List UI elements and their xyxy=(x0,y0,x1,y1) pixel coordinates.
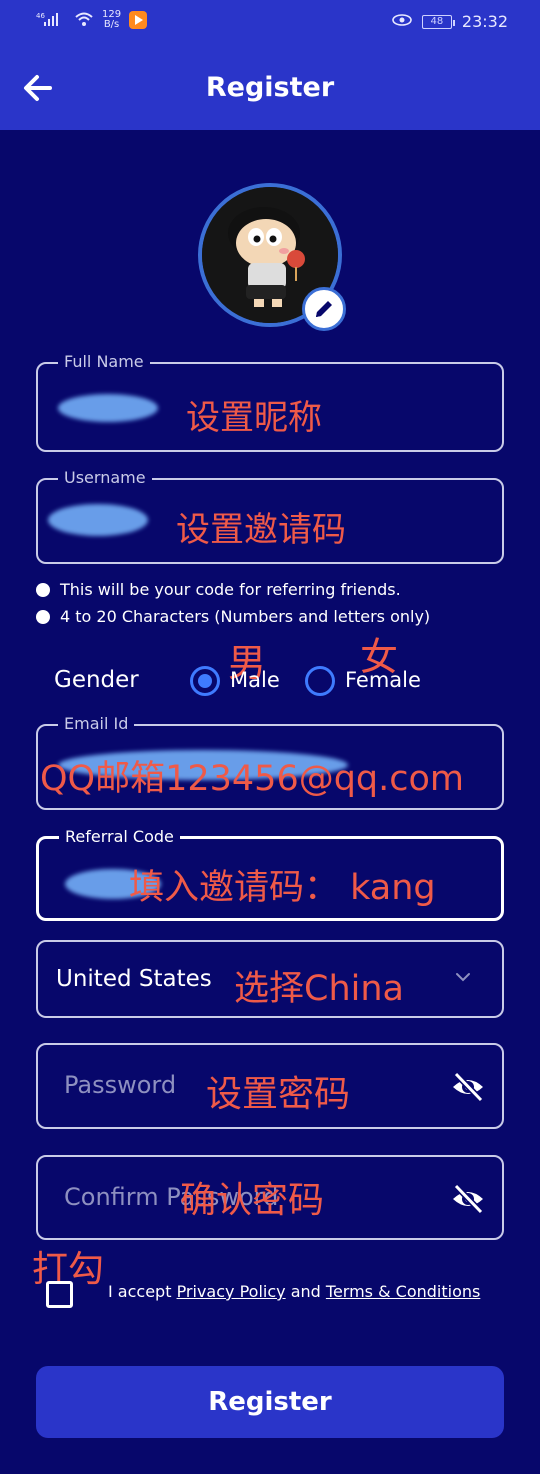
username-field[interactable]: Username 设置邀请码 xyxy=(36,468,504,564)
male-label[interactable]: Male xyxy=(230,668,280,692)
full-name-label: Full Name xyxy=(58,352,150,372)
username-hint: 4 to 20 Characters (Numbers and letters … xyxy=(36,607,430,626)
page-title: Register xyxy=(205,72,335,103)
signal-icon: 46 xyxy=(36,11,66,30)
confirm-password-annotation: 确认密码 xyxy=(180,1180,325,1221)
svg-text:46: 46 xyxy=(36,12,45,20)
redaction-mark xyxy=(58,394,158,422)
accept-terms-checkbox[interactable] xyxy=(46,1281,73,1308)
confirm-password-field[interactable]: Confirm Password 确认密码 xyxy=(36,1155,504,1240)
female-label[interactable]: Female xyxy=(345,668,421,692)
email-field[interactable]: Email Id QQ邮箱123456@qq.com xyxy=(36,714,504,810)
video-app-icon xyxy=(129,11,148,29)
referral-code-label: Referral Code xyxy=(59,827,180,847)
password-annotation: 设置密码 xyxy=(206,1074,351,1115)
email-annotation: QQ邮箱123456@qq.com xyxy=(40,759,465,799)
net-speed: 129 B/s xyxy=(102,10,121,30)
pencil-icon xyxy=(316,301,332,317)
hint-text: 4 to 20 Characters (Numbers and letters … xyxy=(60,607,431,626)
username-annotation: 设置邀请码 xyxy=(176,510,346,550)
country-select[interactable]: United States 选择China xyxy=(36,940,504,1018)
battery-icon: 48 xyxy=(421,14,455,29)
app-header: 46 129 B/s 48 23:32 Register xyxy=(0,0,540,130)
clock: 23:32 xyxy=(461,12,508,31)
toggle-password-visibility[interactable] xyxy=(450,1069,486,1105)
email-label: Email Id xyxy=(58,714,135,734)
privacy-policy-link[interactable]: Privacy Policy xyxy=(177,1282,286,1301)
hint-text: This will be your code for referring fri… xyxy=(60,580,401,599)
eye-comfort-icon xyxy=(392,12,412,31)
register-button[interactable]: Register xyxy=(36,1366,504,1438)
referral-annotation: 填入邀请码： kang xyxy=(129,868,436,908)
redaction-mark xyxy=(48,504,148,536)
referral-code-field[interactable]: Referral Code 填入邀请码： kang xyxy=(36,827,504,921)
avatar-container xyxy=(198,183,346,331)
terms-middle: and xyxy=(285,1282,326,1301)
eye-off-icon xyxy=(453,1183,484,1215)
username-hint: This will be your code for referring fri… xyxy=(36,580,401,599)
gender-label: Gender xyxy=(54,667,139,693)
eye-off-icon xyxy=(453,1071,484,1103)
net-speed-unit: B/s xyxy=(103,19,120,30)
terms-conditions-link[interactable]: Terms & Conditions xyxy=(326,1282,480,1301)
male-radio[interactable] xyxy=(190,666,220,696)
password-field[interactable]: Password 设置密码 xyxy=(36,1043,504,1129)
chevron-down-icon xyxy=(456,973,470,982)
country-value: United States xyxy=(56,966,212,992)
toggle-confirm-password-visibility[interactable] xyxy=(450,1181,486,1217)
username-label: Username xyxy=(58,468,152,488)
password-placeholder: Password xyxy=(64,1071,177,1099)
full-name-field[interactable]: Full Name 设置昵称 xyxy=(36,352,504,452)
bullet-icon xyxy=(36,609,50,624)
bullet-icon xyxy=(36,582,50,597)
status-bar: 46 129 B/s 48 23:32 xyxy=(0,0,540,44)
terms-prefix: I accept xyxy=(108,1282,177,1301)
full-name-annotation: 设置昵称 xyxy=(186,398,322,438)
wifi-icon xyxy=(74,11,94,30)
country-annotation: 选择China xyxy=(234,969,404,1009)
terms-text: I accept Privacy Policy and Terms & Cond… xyxy=(108,1282,480,1301)
edit-avatar-button[interactable] xyxy=(302,287,346,331)
female-radio[interactable] xyxy=(305,666,335,696)
